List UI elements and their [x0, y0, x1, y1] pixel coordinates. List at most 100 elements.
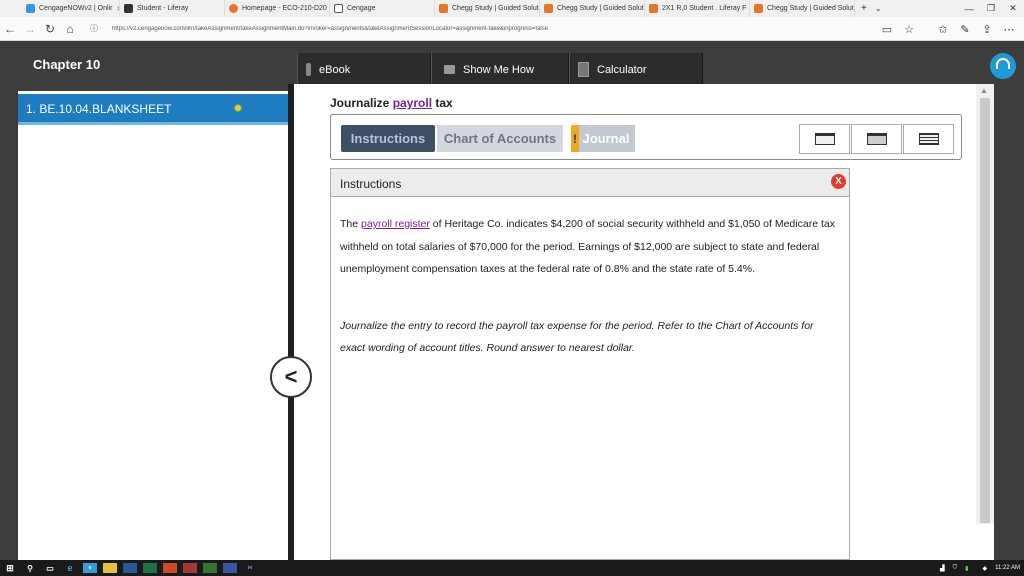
browser-tab[interactable]: Chegg Study | Guided Solut [540, 0, 645, 17]
instructions-heading: Instructions [340, 177, 402, 191]
home-icon[interactable]: ⌂ [60, 22, 80, 36]
calculator-button[interactable]: Calculator [569, 53, 703, 86]
tab-favicon-icon [649, 4, 658, 13]
search-icon[interactable]: ⚲ [23, 563, 37, 573]
new-tab-icon[interactable]: + [861, 3, 867, 14]
browser-tab[interactable]: Cengage [330, 0, 435, 17]
status-dot-icon [234, 104, 242, 112]
question-title: Journalize payroll tax [330, 96, 453, 110]
tab-label: Chegg Study | Guided Solut [557, 5, 644, 12]
tab-favicon-icon [26, 4, 35, 13]
favorites-hub-icon[interactable]: ✩ [932, 23, 954, 36]
question-title-suffix: tax [432, 96, 453, 110]
windows-start-icon[interactable]: ⊞ [3, 563, 17, 573]
browser-tab[interactable]: CengageNOWv2 | Onlir ✕ [0, 0, 120, 17]
browser-tab[interactable]: Homepage - ECO-210-D20 [225, 0, 330, 17]
instructions-task: Journalize the entry to record the payro… [340, 319, 814, 355]
shield-icon[interactable]: ⛉ [953, 565, 958, 572]
layout-single-icon [814, 133, 835, 145]
main-scrollbar[interactable]: ▲ [976, 84, 994, 524]
battery-icon[interactable]: ▮ [965, 565, 968, 572]
system-tray: ▟ ⛉ ▮ ◆ 11:22 AM [932, 560, 1020, 576]
minimize-icon[interactable]: — [958, 4, 980, 14]
tab-journal[interactable]: ! Journal [571, 125, 635, 152]
sidebar: 1. BE.10.04.BLANKSHEET [18, 91, 288, 560]
layout-buttons [799, 124, 955, 154]
tab-journal-label: Journal [582, 131, 630, 146]
collapse-sidebar-button[interactable]: < [270, 356, 312, 398]
instructions-panel-header: Instructions X [331, 169, 849, 197]
tab-label: Cengage [347, 5, 376, 12]
tab-favicon-icon [544, 4, 553, 13]
reading-view-icon[interactable]: ▭ [876, 23, 898, 36]
tab-chart-of-accounts[interactable]: Chart of Accounts [437, 125, 563, 152]
taskbar: ⊞ ⚲ ▭ e e ⋈ ▟ ⛉ ▮ ◆ 11:22 AM [0, 560, 1024, 576]
window-controls: — ❐ ✕ [958, 0, 1024, 17]
browser-tab[interactable]: 2X1 R,0 Student . Liferay F [645, 0, 750, 17]
layout-stacked-button[interactable] [903, 124, 954, 154]
tab-label: 2X1 R,0 Student . Liferay F [662, 5, 747, 12]
tab-instructions[interactable]: Instructions [341, 125, 435, 152]
chevron-left-icon: < [284, 364, 298, 389]
visual-studio-icon[interactable]: ⋈ [243, 563, 257, 573]
browser-tab[interactable]: Student - Liferay [120, 0, 225, 17]
instructions-panel: Instructions X The payroll register of H… [330, 168, 850, 560]
headset-support-icon[interactable] [990, 53, 1016, 79]
powerpoint-icon[interactable] [163, 563, 177, 573]
app-container: Chapter 10 eBook Show Me How Calculator … [0, 41, 1024, 560]
warning-icon: ! [571, 125, 579, 152]
back-icon[interactable]: ← [0, 22, 20, 36]
payroll-link[interactable]: payroll [393, 96, 432, 110]
tab-label: CengageNOWv2 | Onlir [39, 5, 113, 12]
excel-icon[interactable] [143, 563, 157, 573]
info-icon[interactable]: ⓘ [90, 23, 98, 34]
edge-icon[interactable]: e [63, 563, 77, 573]
file-explorer-icon[interactable] [103, 563, 117, 573]
network-icon[interactable]: ▟ [940, 565, 945, 572]
share-icon[interactable]: ⇪ [976, 23, 998, 36]
tab-list-icon[interactable]: ⌄ [875, 4, 882, 13]
task-view-icon[interactable]: ▭ [43, 563, 57, 573]
address-bar: ← → ↻ ⌂ ⓘ https://v2.cengagenow.com/ilrn… [0, 17, 1024, 41]
project-icon[interactable] [203, 563, 217, 573]
edge-active-icon[interactable]: e [83, 563, 97, 573]
taskbar-clock[interactable]: 11:22 AM [995, 565, 1020, 571]
book-icon [306, 63, 311, 76]
refresh-icon[interactable]: ↻ [40, 22, 60, 36]
instructions-text-prefix: The [340, 218, 362, 230]
ebook-label: eBook [319, 63, 351, 76]
restore-icon[interactable]: ❐ [980, 3, 1002, 14]
access-icon[interactable] [183, 563, 197, 573]
close-icon[interactable]: ✕ [1002, 3, 1024, 14]
tab-label: Chegg Study | Guided Solut [452, 5, 539, 12]
scrollbar-thumb[interactable] [980, 98, 990, 523]
main-content: Journalize payroll tax Instructions Char… [294, 84, 994, 560]
video-icon [444, 65, 455, 74]
layout-split-button[interactable] [851, 124, 902, 154]
question-title-prefix: Journalize [330, 96, 393, 110]
sidebar-item-question-1[interactable]: 1. BE.10.04.BLANKSHEET [18, 94, 288, 125]
show-me-how-label: Show Me How [463, 63, 534, 76]
notification-icon[interactable]: ◆ [982, 565, 987, 572]
url-field[interactable]: https://v2.cengagenow.com/ilrn/takeAssig… [112, 26, 672, 32]
visio-icon[interactable] [223, 563, 237, 573]
tab-label: Homepage - ECO-210-D20 [242, 5, 327, 12]
tab-favicon-icon [124, 4, 133, 13]
question-tab-bar: Instructions Chart of Accounts ! Journal [330, 114, 962, 160]
tab-favicon-icon [439, 4, 448, 13]
tab-favicon-icon [229, 4, 238, 13]
browser-tab[interactable]: Chegg Study | Guided Solut [435, 0, 540, 17]
scroll-up-icon[interactable]: ▲ [980, 86, 988, 95]
layout-single-button[interactable] [799, 124, 850, 154]
favorite-star-icon[interactable]: ☆ [898, 23, 920, 36]
notes-pen-icon[interactable]: ✎ [954, 23, 976, 36]
close-panel-icon[interactable]: X [831, 174, 846, 189]
browser-tab[interactable]: Chegg Study | Guided Solut [750, 0, 855, 17]
ebook-button[interactable]: eBook [297, 53, 431, 86]
tab-label: Chegg Study | Guided Solut [767, 5, 854, 12]
forward-icon[interactable]: → [20, 22, 40, 36]
show-me-how-button[interactable]: Show Me How [431, 53, 569, 86]
more-menu-icon[interactable]: ⋯ [998, 23, 1020, 36]
word-icon[interactable] [123, 563, 137, 573]
payroll-register-link[interactable]: payroll register [361, 218, 430, 230]
